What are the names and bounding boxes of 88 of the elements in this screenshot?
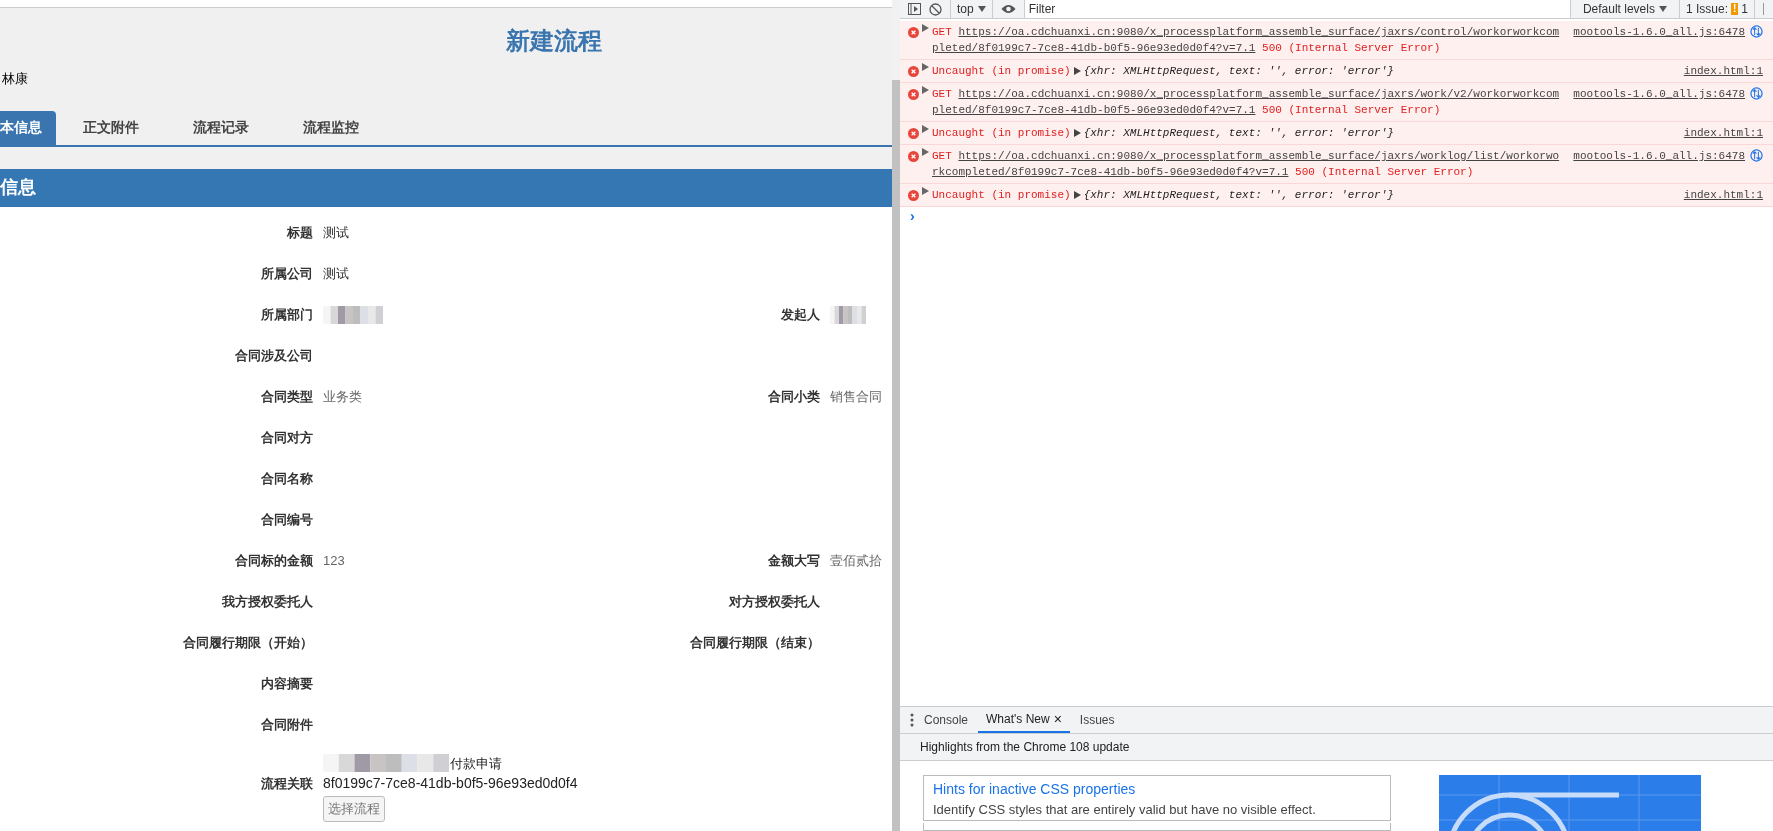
expand-arrow-icon[interactable] [922,148,929,156]
close-tab-icon[interactable]: × [1053,712,1062,726]
tab[interactable]: 流程记录 [166,110,276,145]
source-link[interactable]: index.html:1 [1683,125,1763,141]
error-message: GET https://oa.cdchuanxi.cn:9080/x_processplatform_assemble_surface/jaxrs/worklog/list/workorworkcompleted/8f0199c7-7ce8-41db-b0f5-96e93ed0d0f4?v=7.1 500 (Internal Server Error) [932,149,1561,180]
source-link[interactable]: mootools-1.6.0_all.js:6478 [1573,86,1745,102]
field-value: 测试 [323,265,349,284]
error-message: Uncaught (in promise) [932,126,1071,141]
card-description: Identify CSS styles that are entirely valid but have no visible effect. [933,801,1317,819]
field-label: 合同履行期限（开始） [182,634,313,653]
error-icon [908,27,919,38]
field-value: 业务类 [323,388,362,407]
flow-id[interactable]: 8f0199c7-7ce8-41db-b0f5-96e93ed0d0f4 [323,773,578,794]
field-label: 合同编号 [260,511,313,530]
field-label: 合同对方 [260,429,313,448]
tab[interactable]: 本信息 [0,110,56,145]
issue-count: 1 [1741,1,1748,18]
field-label: 所属部门 [260,306,313,325]
field-label: 我方授权委托人 [221,593,313,612]
console-prompt[interactable]: › [900,207,1773,225]
field-label: 标题 [286,224,313,243]
card-title-link[interactable]: Hints for inactive CSS properties [933,779,1381,800]
flow-name: 付款申请 [450,754,502,773]
error-icon [908,190,919,201]
expand-arrow-icon[interactable] [922,24,929,32]
source-link[interactable]: mootools-1.6.0_all.js:6478 [1573,148,1745,164]
field-label: 合同履行期限（结束） [689,634,820,653]
field-label: 合同名称 [260,470,313,489]
issues-button[interactable]: 1 Issue: ! 1 [1678,0,1755,18]
user-name: 林康 [2,70,28,88]
field-label: 合同小类 [767,388,820,407]
expand-arrow-icon[interactable] [1073,191,1081,199]
network-icon[interactable] [1750,87,1763,100]
field-value: 壹佰贰拾 [830,552,882,571]
context-dropdown[interactable]: top [950,0,993,18]
expand-arrow-icon[interactable] [1073,129,1081,137]
error-icon [908,89,919,100]
error-message: GET https://oa.cdchuanxi.cn:9080/x_processplatform_assemble_surface/jaxrs/work/v2/workorworkcompleted/8f0199c7-7ce8-41db-b0f5-96e93ed0d0f4?v=7.1 500 (Internal Server Error) [932,87,1561,118]
expand-arrow-icon[interactable] [922,125,929,133]
tab[interactable]: 正文附件 [56,110,166,145]
expand-arrow-icon[interactable] [922,187,929,195]
field-label: 内容摘要 [260,675,313,694]
highlights-bar: Highlights from the Chrome 108 update [900,734,1773,761]
eye-icon[interactable] [1000,4,1016,14]
drawer-tab[interactable]: Console [916,707,977,733]
clear-console-icon[interactable] [929,2,942,16]
select-flow-button[interactable]: 选择流程 [323,796,385,822]
error-message: GET https://oa.cdchuanxi.cn:9080/x_processplatform_assemble_surface/jaxrs/control/workorworkcompleted/8f0199c7-7ce8-41db-b0f5-96e93ed0d0f4?v=7.1 500 (Internal Server Error) [932,25,1561,56]
network-icon[interactable] [1750,25,1763,38]
section-header: 信息 [0,168,892,207]
tab[interactable]: 流程监控 [276,110,386,145]
field-value: 销售合同 [830,388,882,407]
source-link[interactable]: index.html:1 [1683,187,1763,203]
expand-arrow-icon[interactable] [1073,67,1081,75]
source-link[interactable]: mootools-1.6.0_all.js:6478 [1573,24,1745,40]
error-message: Uncaught (in promise) [932,64,1071,79]
field-label: 合同涉及公司 [234,347,313,366]
field-value: 123 [323,552,345,571]
source-link[interactable]: index.html:1 [1683,63,1763,79]
network-icon[interactable] [1750,149,1763,162]
field-label: 流程关联 [260,775,313,793]
log-levels-dropdown[interactable]: Default levels [1578,0,1671,18]
page-title: 新建流程 [506,26,602,56]
error-message: Uncaught (in promise) [932,188,1071,203]
error-object: {xhr: XMLHttpRequest, text: '', error: 'error'} [1083,64,1394,79]
caret-icon [1658,6,1667,12]
field-label: 所属公司 [260,265,313,284]
filter-field[interactable]: Filter [1023,0,1571,18]
expand-arrow-icon[interactable] [922,63,929,71]
error-icon [908,151,919,162]
error-icon [908,128,919,139]
drawer-tab[interactable]: Issues [1071,707,1123,733]
expand-arrow-icon[interactable] [922,86,929,94]
field-label: 合同类型 [260,388,313,407]
field-label: 合同附件 [260,716,313,735]
more-options-icon[interactable] [910,713,914,727]
field-label: 发起人 [780,306,820,325]
error-object: {xhr: XMLHttpRequest, text: '', error: 'error'} [1083,188,1394,203]
error-icon [908,66,919,77]
caret-icon [977,6,986,12]
sidebar-toggle-icon[interactable] [908,3,921,15]
field-value: 测试 [323,224,349,243]
error-object: {xhr: XMLHttpRequest, text: '', error: 'error'} [1083,126,1394,141]
feature-card[interactable]: Hints for inactive CSS properties Identify CSS styles that are entirely valid but have no visible effect. [923,775,1391,821]
field-label: 金额大写 [767,552,820,571]
field-label: 对方授权委托人 [728,593,820,612]
issue-count-badge: ! [1730,3,1739,15]
field-label: 合同标的金额 [234,552,313,571]
